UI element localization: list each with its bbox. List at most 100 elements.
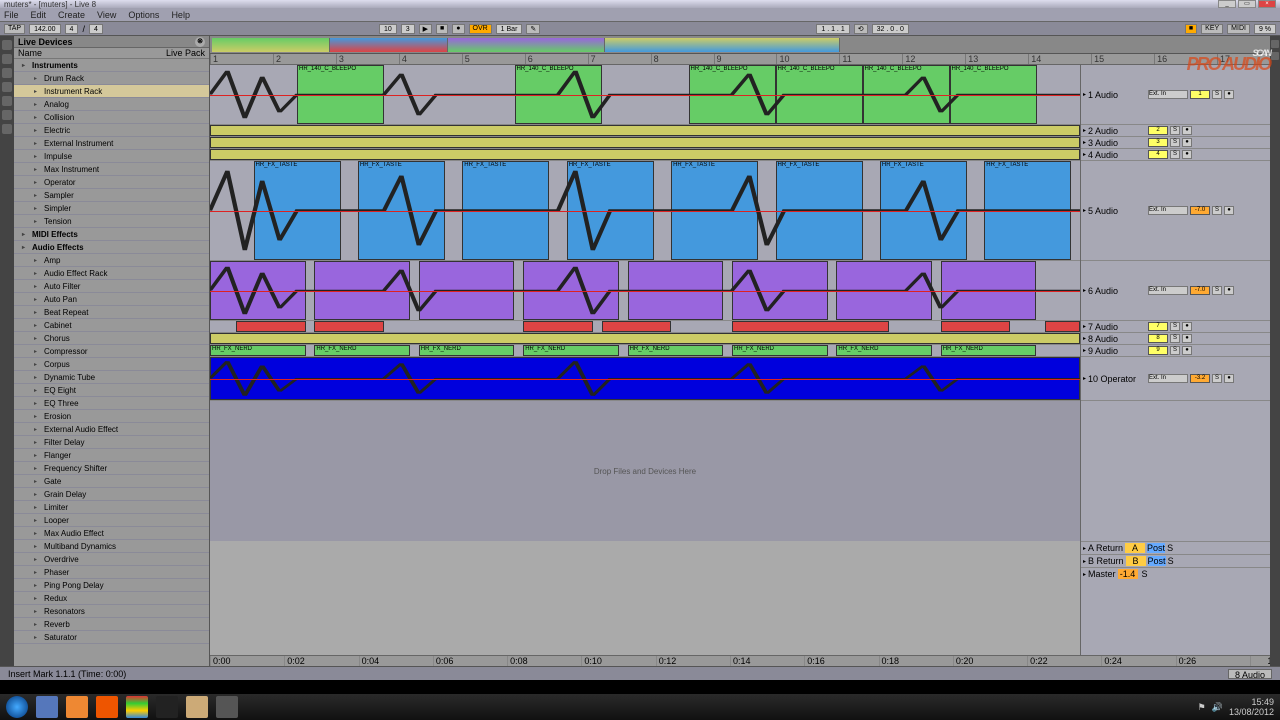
browser-item[interactable]: Operator xyxy=(14,176,209,189)
browser-item[interactable]: Audio Effect Rack xyxy=(14,267,209,280)
status-track-button[interactable]: 8 Audio xyxy=(1228,669,1272,679)
taskbar-media-icon[interactable] xyxy=(66,696,88,718)
track-row[interactable]: HR_FX_NERD HR_FX_NERD HR_FX_NERD HR_FX_NERD… xyxy=(210,345,1080,357)
clip[interactable]: HR_FX_NERD xyxy=(523,345,619,356)
minimize-button[interactable]: _ xyxy=(1218,0,1236,8)
browser-item[interactable]: Overdrive xyxy=(14,553,209,566)
stop-button[interactable]: ■ xyxy=(436,24,448,34)
automation-line[interactable] xyxy=(210,95,1080,96)
pos-beat[interactable]: 3 xyxy=(401,24,415,34)
clip[interactable] xyxy=(941,321,1011,332)
browser-item[interactable]: Grain Delay xyxy=(14,488,209,501)
menu-create[interactable]: Create xyxy=(58,10,85,20)
clip[interactable]: HR_FX_NERD xyxy=(210,345,306,356)
browser-tab-2[interactable] xyxy=(2,54,12,64)
browser-item[interactable]: Max Audio Effect xyxy=(14,527,209,540)
pos-bar[interactable]: 10 xyxy=(379,24,397,34)
clip[interactable] xyxy=(236,321,306,332)
browser-item[interactable]: Cabinet xyxy=(14,319,209,332)
track-volume[interactable]: 8 xyxy=(1148,334,1168,343)
rec-arm-button[interactable]: ● xyxy=(1182,334,1192,343)
track-row[interactable] xyxy=(210,261,1080,321)
solo-button[interactable]: S xyxy=(1212,206,1222,215)
track-volume[interactable]: -7.0 xyxy=(1190,206,1210,215)
rec-arm-button[interactable]: ● xyxy=(1224,286,1234,295)
tempo-field[interactable]: 142.00 xyxy=(29,24,60,34)
track-row[interactable] xyxy=(210,333,1080,345)
track-name[interactable]: 4 Audio xyxy=(1088,150,1146,160)
track-name[interactable]: 1 Audio xyxy=(1088,90,1146,100)
close-button[interactable]: × xyxy=(1258,0,1276,8)
browser-item[interactable]: Gate xyxy=(14,475,209,488)
automation-line[interactable] xyxy=(210,291,1080,292)
solo-button[interactable]: S xyxy=(1170,346,1180,355)
browser-item[interactable]: Resonators xyxy=(14,605,209,618)
track-row[interactable] xyxy=(210,149,1080,161)
draw-mode[interactable]: ■ xyxy=(1185,24,1197,34)
taskbar-firefox-icon[interactable] xyxy=(96,696,118,718)
pencil-icon[interactable]: ✎ xyxy=(526,24,540,34)
track-row[interactable] xyxy=(210,357,1080,401)
clip[interactable] xyxy=(1045,321,1080,332)
loop-length[interactable]: 32 . 0 . 0 xyxy=(872,24,909,34)
solo-button[interactable]: S xyxy=(1168,556,1174,566)
key-map-button[interactable]: KEY xyxy=(1201,24,1223,34)
tray-flag-icon[interactable]: ⚑ xyxy=(1198,702,1206,713)
solo-button[interactable]: S xyxy=(1170,334,1180,343)
track-volume[interactable]: 4 xyxy=(1148,150,1168,159)
browser-tab-7[interactable] xyxy=(2,124,12,134)
browser-item[interactable]: Chorus xyxy=(14,332,209,345)
right-tab-1[interactable] xyxy=(1271,40,1279,48)
browser-item[interactable]: Ping Pong Delay xyxy=(14,579,209,592)
system-tray[interactable]: ⚑ 🔊 15:49 13/08/2012 xyxy=(1198,697,1274,717)
taskbar-live-icon[interactable] xyxy=(216,696,238,718)
col-name[interactable]: Name xyxy=(18,48,42,58)
menu-file[interactable]: File xyxy=(4,10,19,20)
clip[interactable]: HR_FX_NERD xyxy=(941,345,1037,356)
input-select[interactable]: Ext. In xyxy=(1148,286,1188,295)
rec-arm-button[interactable]: ● xyxy=(1224,90,1234,99)
browser-item[interactable]: Flanger xyxy=(14,449,209,462)
browser-item[interactable]: Amp xyxy=(14,254,209,267)
browser-tab-1[interactable] xyxy=(2,40,12,50)
return-name[interactable]: A Return xyxy=(1088,543,1123,553)
browser-item[interactable]: Multiband Dynamics xyxy=(14,540,209,553)
browser-item[interactable]: Max Instrument xyxy=(14,163,209,176)
browser-item[interactable]: Electric xyxy=(14,124,209,137)
clip[interactable]: HR_FX_NERD xyxy=(836,345,932,356)
midi-map-button[interactable]: MIDI xyxy=(1227,24,1250,34)
solo-button[interactable]: S xyxy=(1212,90,1222,99)
rec-arm-button[interactable]: ● xyxy=(1182,322,1192,331)
browser-item[interactable]: EQ Three xyxy=(14,397,209,410)
browser-item[interactable]: Drum Rack xyxy=(14,72,209,85)
rec-arm-button[interactable]: ● xyxy=(1224,374,1234,383)
clip[interactable] xyxy=(210,149,1080,160)
track-name[interactable]: 10 Operator xyxy=(1088,374,1146,384)
right-tab-2[interactable] xyxy=(1271,52,1279,60)
input-select[interactable]: Ext. In xyxy=(1148,374,1188,383)
return-name[interactable]: B Return xyxy=(1088,556,1124,566)
browser-item[interactable]: Filter Delay xyxy=(14,436,209,449)
start-button[interactable] xyxy=(6,696,28,718)
clip[interactable] xyxy=(210,137,1080,148)
taskbar-app-icon[interactable] xyxy=(156,696,178,718)
track-volume[interactable]: 7 xyxy=(1148,322,1168,331)
drop-area[interactable]: Drop Files and Devices Here xyxy=(210,401,1080,541)
track-name[interactable]: 8 Audio xyxy=(1088,334,1146,344)
tray-volume-icon[interactable]: 🔊 xyxy=(1212,702,1223,713)
clip[interactable] xyxy=(210,125,1080,136)
browser-item[interactable]: Auto Filter xyxy=(14,280,209,293)
browser-item[interactable]: Redux xyxy=(14,592,209,605)
solo-button[interactable]: S xyxy=(1170,322,1180,331)
browser-item[interactable]: Analog xyxy=(14,98,209,111)
clip[interactable]: HR_FX_NERD xyxy=(419,345,515,356)
quantize-select[interactable]: 1 Bar xyxy=(496,24,523,34)
browser-item[interactable]: Auto Pan xyxy=(14,293,209,306)
track-volume[interactable]: 2 xyxy=(1148,126,1168,135)
clip[interactable] xyxy=(314,321,384,332)
bar-ruler[interactable]: 1234567891011121314151617 xyxy=(210,54,1280,65)
track-volume[interactable]: 3 xyxy=(1148,138,1168,147)
loop-toggle[interactable]: ⟲ xyxy=(854,24,868,34)
sig-den[interactable]: 4 xyxy=(89,24,103,34)
track-name[interactable]: 5 Audio xyxy=(1088,206,1146,216)
